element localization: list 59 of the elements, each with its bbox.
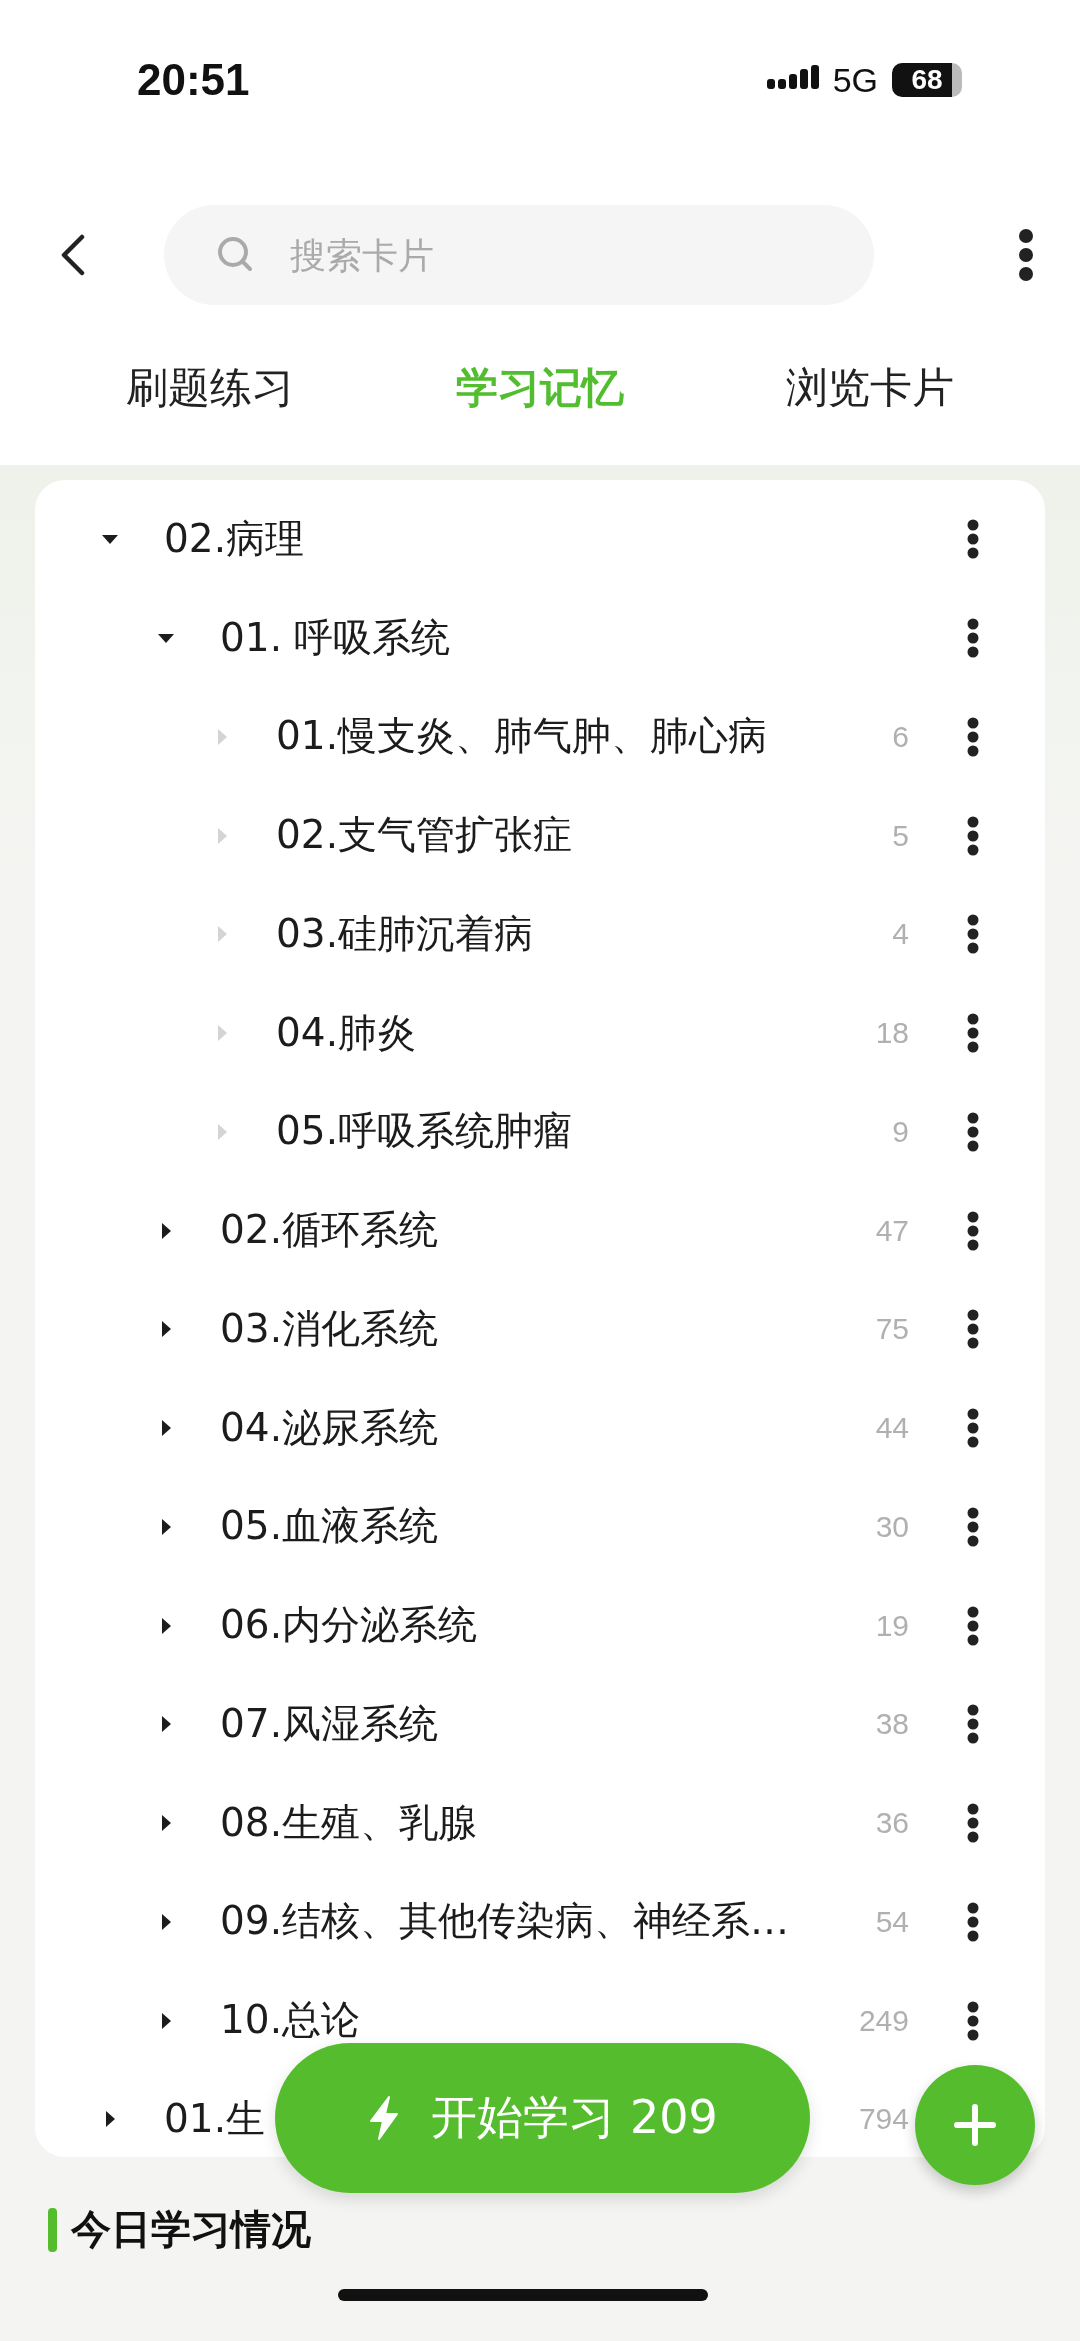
more-icon[interactable] [967,1111,979,1152]
more-icon[interactable] [967,1901,979,1942]
card-count: 18 [875,1016,909,1051]
tree-item-label[interactable]: 01.慢支炎、肺气肿、肺心病 [276,715,768,759]
more-icon[interactable] [967,1605,979,1646]
tree-item-label[interactable]: 09.结核、其他传染病、神经系… [220,1900,790,1944]
more-icon[interactable] [967,1309,979,1350]
card-count: 47 [875,1213,909,1248]
more-icon[interactable] [967,1408,979,1449]
tab[interactable]: 刷题练习 [106,350,314,426]
tree-item-label[interactable]: 04.泌尿系统 [220,1406,439,1450]
more-icon[interactable] [967,618,979,659]
tree-item-label[interactable]: 02.循环系统 [220,1209,439,1253]
card-count: 54 [875,1904,909,1939]
plus-icon [953,2103,997,2147]
back-icon[interactable] [60,233,86,277]
section-title: 今日学习情况 [71,2205,311,2254]
more-icon[interactable] [1018,228,1034,282]
tree-item-label[interactable]: 01.生 [164,2097,266,2141]
section-marker [48,2207,57,2252]
tree-item-label[interactable]: 02.病理 [164,517,305,561]
more-icon[interactable] [967,914,979,955]
more-icon[interactable] [967,519,979,560]
tree-item-label[interactable]: 07.风湿系统 [220,1702,439,1746]
search-field[interactable]: 搜索卡片 [164,205,874,305]
tree-item-label[interactable]: 02.支气管扩张症 [276,814,573,858]
tree-item-label[interactable]: 05.血液系统 [220,1505,439,1549]
card-count: 249 [858,2003,909,2038]
card-count: 6 [892,719,909,754]
more-icon[interactable] [967,1210,979,1251]
tree-item-label[interactable]: 08.生殖、乳腺 [220,1801,478,1845]
card-count: 794 [858,2102,909,2137]
more-icon[interactable] [967,716,979,757]
card-count: 5 [892,818,909,853]
card-count: 4 [892,917,909,952]
tree-item-label[interactable]: 03.硅肺沉着病 [276,912,534,956]
more-icon[interactable] [967,1506,979,1547]
tree-item-label[interactable]: 03.消化系统 [220,1307,439,1351]
tree-item-label[interactable]: 04.肺炎 [276,1011,417,1055]
more-icon[interactable] [967,1803,979,1844]
tree-item-label[interactable]: 01. 呼吸系统 [220,616,451,660]
card-count: 38 [875,1707,909,1742]
tree-item-label[interactable]: 10.总论 [220,1999,361,2043]
more-icon[interactable] [967,815,979,856]
battery-indicator: 68 [892,63,962,97]
card-count: 9 [892,1114,909,1149]
tree-item-label[interactable]: 05.呼吸系统肿瘤 [276,1110,573,1154]
card-count: 75 [875,1312,909,1347]
card-count: 36 [875,1806,909,1841]
card-count: 30 [875,1509,909,1544]
more-icon[interactable] [967,1013,979,1054]
status-time: 20:51 [137,55,250,105]
card-count: 44 [875,1411,909,1446]
card-count: 19 [875,1608,909,1643]
more-icon[interactable] [967,2000,979,2041]
more-icon[interactable] [967,1704,979,1745]
tab[interactable]: 浏览卡片 [766,350,974,426]
tree-item-label[interactable]: 06.内分泌系统 [220,1604,478,1648]
network-label: 5G [832,60,878,100]
